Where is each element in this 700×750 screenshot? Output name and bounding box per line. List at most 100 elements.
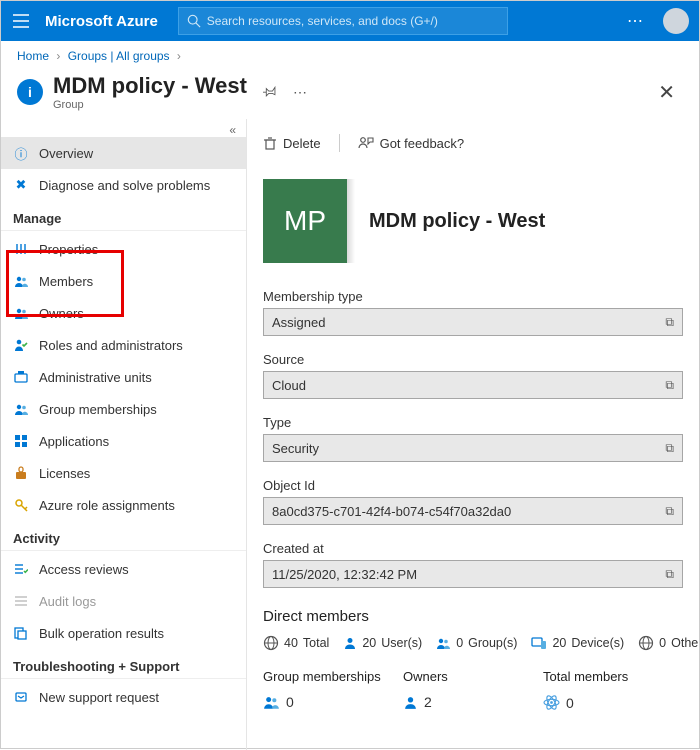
list-check-icon <box>13 561 29 577</box>
hamburger-icon[interactable] <box>1 14 41 28</box>
field-value-box: 8a0cd375-c701-42f4-b074-c54f70a32da0 ⧉ <box>263 497 683 525</box>
dm-count: 0 <box>456 636 463 650</box>
sidebar-item-group-memberships[interactable]: Group memberships <box>1 393 246 425</box>
sidebar-label: Audit logs <box>39 594 96 609</box>
divider <box>339 134 340 152</box>
sidebar-label: Owners <box>39 306 84 321</box>
more-icon[interactable]: ⋯ <box>293 84 307 101</box>
field-value: 11/25/2020, 12:32:42 PM <box>272 567 417 582</box>
apps-icon <box>13 433 29 449</box>
tile-initials: MP <box>284 205 326 237</box>
sidebar-label: Applications <box>39 434 109 449</box>
stat-owners[interactable]: Owners 2 <box>403 669 543 711</box>
field-created-at: Created at 11/25/2020, 12:32:42 PM ⧉ <box>263 541 683 588</box>
direct-members-heading: Direct members <box>263 608 683 625</box>
breadcrumb-groups[interactable]: Groups | All groups <box>68 49 170 63</box>
field-value: 8a0cd375-c701-42f4-b074-c54f70a32da0 <box>272 504 511 519</box>
person-icon <box>343 636 357 650</box>
stat-value: 0 <box>566 695 574 711</box>
brand-label[interactable]: Microsoft Azure <box>45 13 158 30</box>
top-right: ⋯ <box>627 8 699 34</box>
stats-row: Group memberships 0 Owners 2 Total membe… <box>263 669 683 711</box>
sidebar-item-overview[interactable]: ⓘ Overview <box>1 137 246 169</box>
support-icon <box>13 689 29 705</box>
field-value-box: Security ⧉ <box>263 434 683 462</box>
copy-icon[interactable]: ⧉ <box>665 315 674 330</box>
field-value: Security <box>272 441 319 456</box>
list-icon <box>13 593 29 609</box>
sidebar-label: New support request <box>39 690 159 705</box>
copy-icon[interactable]: ⧉ <box>665 567 674 582</box>
dm-groups[interactable]: 0 Group(s) <box>436 636 517 650</box>
top-bar: Microsoft Azure ⋯ <box>1 1 699 41</box>
user-avatar[interactable] <box>663 8 689 34</box>
field-object-id: Object Id 8a0cd375-c701-42f4-b074-c54f70… <box>263 478 683 525</box>
sidebar-item-access-reviews[interactable]: Access reviews <box>1 553 246 585</box>
search-box[interactable] <box>178 7 508 35</box>
dm-total[interactable]: 40 Total <box>263 635 329 651</box>
sidebar-item-licenses[interactable]: Licenses <box>1 457 246 489</box>
sidebar-item-owners[interactable]: Owners <box>1 297 246 329</box>
field-label: Source <box>263 352 683 367</box>
people-icon <box>263 695 280 710</box>
field-label: Object Id <box>263 478 683 493</box>
field-value: Assigned <box>272 315 325 330</box>
field-label: Created at <box>263 541 683 556</box>
stat-value: 0 <box>286 694 294 710</box>
people-icon <box>436 637 451 650</box>
more-menu-icon[interactable]: ⋯ <box>627 11 645 31</box>
close-icon[interactable]: ✕ <box>650 76 683 109</box>
pin-icon[interactable] <box>263 84 277 101</box>
stat-value: 2 <box>424 694 432 710</box>
dm-users[interactable]: 20 User(s) <box>343 636 422 650</box>
sidebar-group-troubleshoot: Troubleshooting + Support <box>1 649 246 679</box>
group-tile: MP <box>263 179 347 263</box>
sidebar-item-applications[interactable]: Applications <box>1 425 246 457</box>
dm-label: Device(s) <box>571 636 624 650</box>
direct-members-row: 40 Total 20 User(s) 0 Group(s) 20 Device… <box>263 635 683 651</box>
stat-group-memberships[interactable]: Group memberships 0 <box>263 669 403 711</box>
people-icon <box>13 273 29 289</box>
stat-label: Owners <box>403 669 543 684</box>
breadcrumb-home[interactable]: Home <box>17 49 49 63</box>
sidebar-item-bulk-ops[interactable]: Bulk operation results <box>1 617 246 649</box>
sidebar-item-members[interactable]: Members <box>1 265 246 297</box>
stat-label: Total members <box>543 669 683 684</box>
info-icon: i <box>17 79 43 105</box>
dm-others[interactable]: 0 Other(s) <box>638 635 699 651</box>
field-value: Cloud <box>272 378 306 393</box>
feedback-button[interactable]: Got feedback? <box>358 136 465 151</box>
sidebar-item-audit-logs[interactable]: Audit logs <box>1 585 246 617</box>
breadcrumb: Home › Groups | All groups › <box>1 41 699 63</box>
copy-icon[interactable]: ⧉ <box>665 441 674 456</box>
sidebar-label: Bulk operation results <box>39 626 164 641</box>
sidebar-label: Access reviews <box>39 562 129 577</box>
dm-devices[interactable]: 20 Device(s) <box>531 636 624 650</box>
copy-icon[interactable]: ⧉ <box>665 378 674 393</box>
sidebar-label: Licenses <box>39 466 90 481</box>
trash-icon <box>263 136 277 150</box>
sidebar-group-activity: Activity <box>1 521 246 551</box>
sidebar-item-diagnose[interactable]: ✖ Diagnose and solve problems <box>1 169 246 201</box>
device-icon <box>531 637 547 650</box>
sidebar-item-new-support[interactable]: New support request <box>1 681 246 713</box>
dm-count: 20 <box>362 636 376 650</box>
field-label: Type <box>263 415 683 430</box>
dm-label: User(s) <box>381 636 422 650</box>
admin-units-icon <box>13 369 29 385</box>
sidebar-item-admin-units[interactable]: Administrative units <box>1 361 246 393</box>
delete-button[interactable]: Delete <box>263 136 321 151</box>
people-icon <box>13 305 29 321</box>
copy-icon[interactable]: ⧉ <box>665 504 674 519</box>
sidebar-item-azure-roles[interactable]: Azure role assignments <box>1 489 246 521</box>
wrench-icon: ✖ <box>13 177 29 193</box>
sidebar-label: Overview <box>39 146 93 161</box>
search-input[interactable] <box>207 14 487 28</box>
sidebar-label: Diagnose and solve problems <box>39 178 210 193</box>
collapse-sidebar-icon[interactable]: « <box>1 119 246 137</box>
sidebar-item-roles[interactable]: Roles and administrators <box>1 329 246 361</box>
person-icon <box>403 695 418 710</box>
stat-total-members[interactable]: Total members 0 <box>543 669 683 711</box>
sidebar-item-properties[interactable]: Properties <box>1 233 246 265</box>
field-type: Type Security ⧉ <box>263 415 683 462</box>
